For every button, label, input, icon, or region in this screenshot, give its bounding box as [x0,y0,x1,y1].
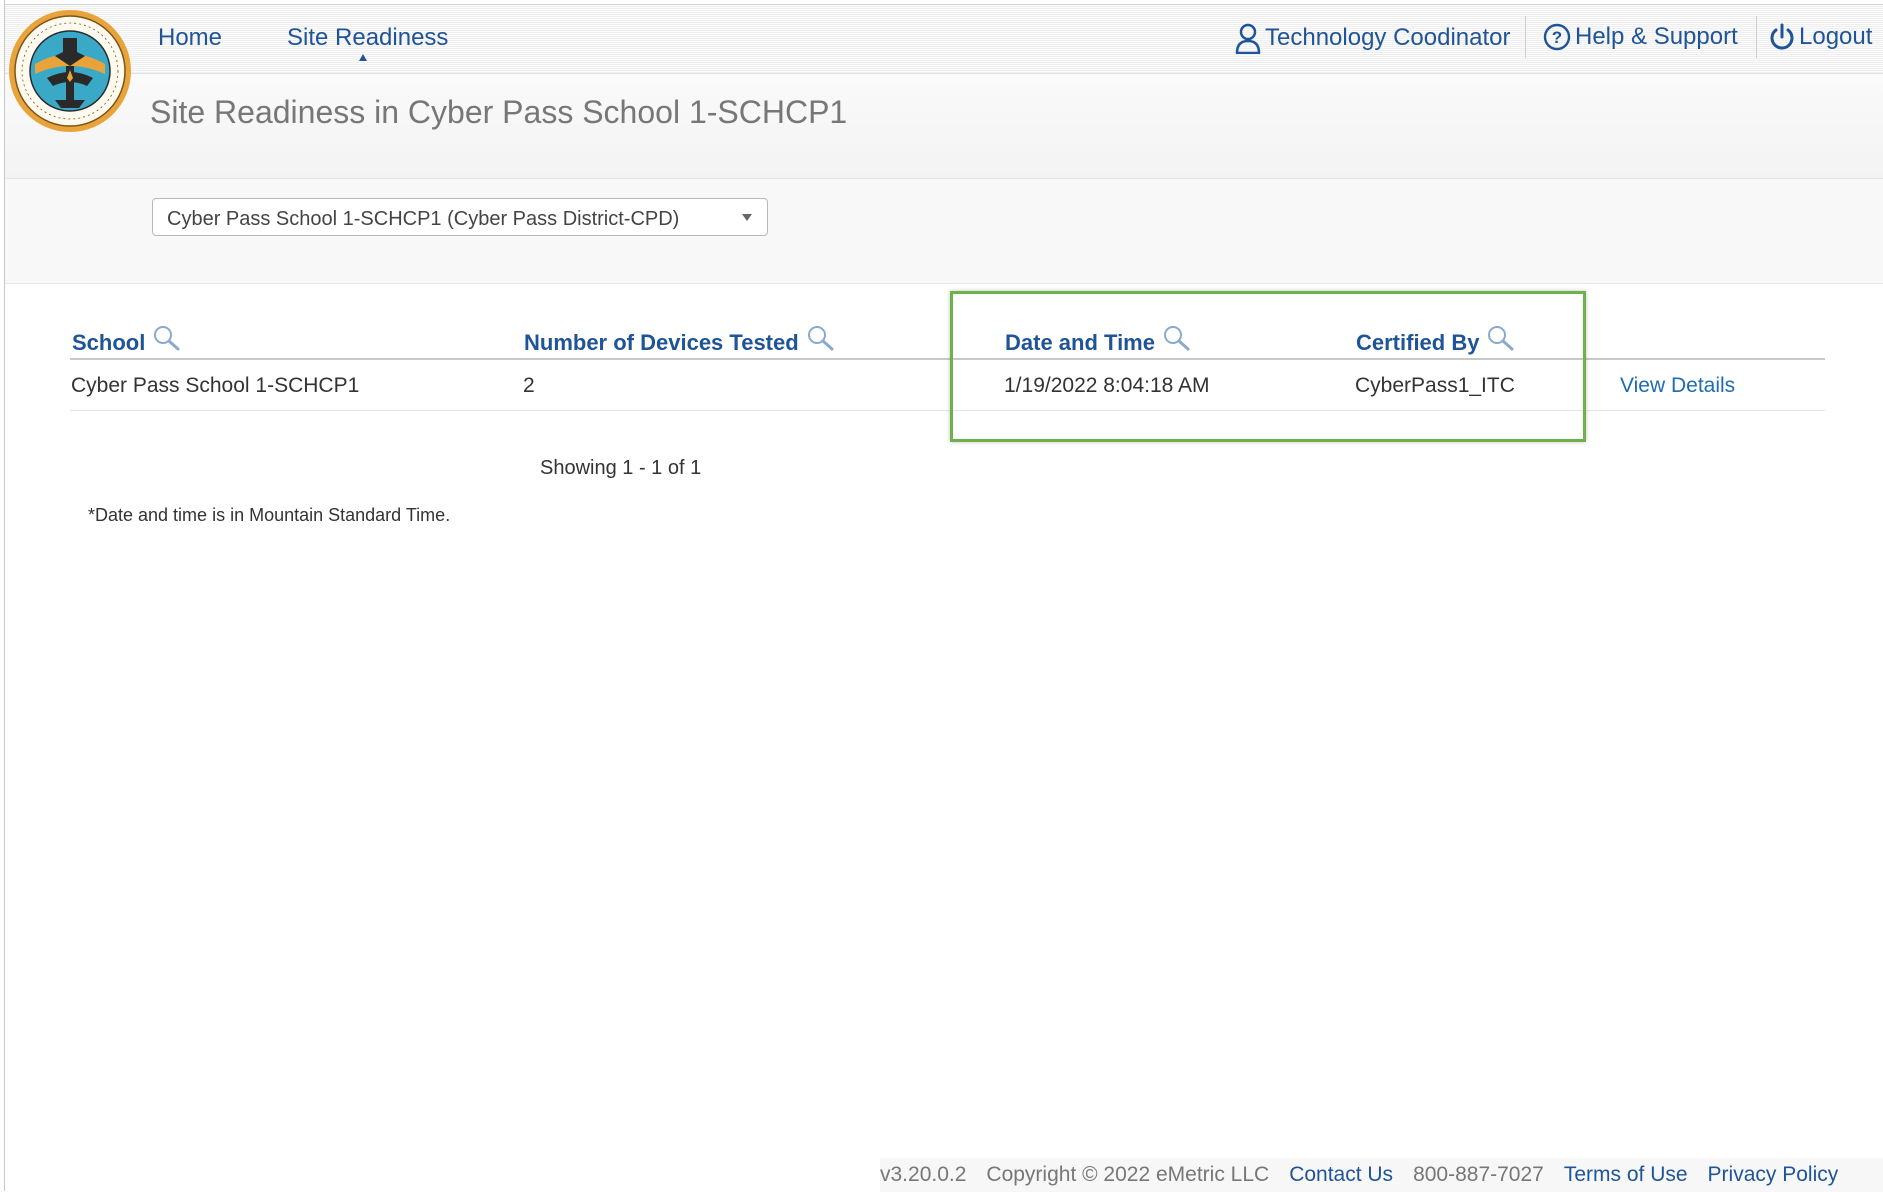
chevron-down-icon [742,214,752,221]
help-support-link[interactable]: ? Help & Support [1542,22,1738,52]
highlight-box [950,291,1586,442]
column-header-school[interactable]: School [72,326,181,356]
search-icon[interactable] [151,324,181,352]
bureau-logo-seal [9,10,131,132]
school-select-dropdown[interactable]: Cyber Pass School 1-SCHCP1 (Cyber Pass D… [152,198,768,236]
footer-version: v3.20.0.2 [880,1163,967,1186]
nav-site-readiness-link[interactable]: Site Readiness [287,24,448,52]
column-header-devices[interactable]: Number of Devices Tested [524,326,835,356]
header-divider [1756,16,1757,58]
pagination-summary: Showing 1 - 1 of 1 [540,457,702,479]
footer-privacy-link[interactable]: Privacy Policy [1708,1163,1839,1187]
active-nav-caret-icon [359,54,367,61]
logout-label: Logout [1799,23,1873,50]
footer-contact-link[interactable]: Contact Us [1289,1163,1393,1187]
nav-home-link[interactable]: Home [158,24,222,52]
user-role-label: Technology Coodinator [1265,24,1511,51]
footer-copyright: Copyright © 2022 eMetric LLC [986,1163,1270,1186]
user-role-menu[interactable]: Technology Coodinator [1234,22,1511,54]
cell-devices: 2 [523,374,535,397]
view-details-link[interactable]: View Details [1620,374,1735,398]
page-title: Site Readiness in Cyber Pass School 1-SC… [150,94,848,130]
help-icon: ? [1543,23,1571,51]
power-icon [1770,23,1794,50]
user-icon [1235,23,1261,54]
search-icon[interactable] [805,324,835,352]
footer-phone: 800-887-7027 [1413,1163,1544,1186]
svg-text:?: ? [1552,28,1562,47]
help-support-label: Help & Support [1575,23,1738,50]
footer: v3.20.0.2 Copyright © 2022 eMetric LLC C… [880,1158,1883,1192]
column-header-devices-label: Number of Devices Tested [524,330,799,355]
school-select-value: Cyber Pass School 1-SCHCP1 (Cyber Pass D… [167,208,680,230]
footer-terms-link[interactable]: Terms of Use [1564,1163,1688,1187]
logout-link[interactable]: Logout [1768,22,1872,52]
column-header-school-label: School [72,330,146,355]
header-divider [1525,16,1526,58]
timezone-note: *Date and time is in Mountain Standard T… [88,505,451,525]
cell-school: Cyber Pass School 1-SCHCP1 [71,374,360,397]
